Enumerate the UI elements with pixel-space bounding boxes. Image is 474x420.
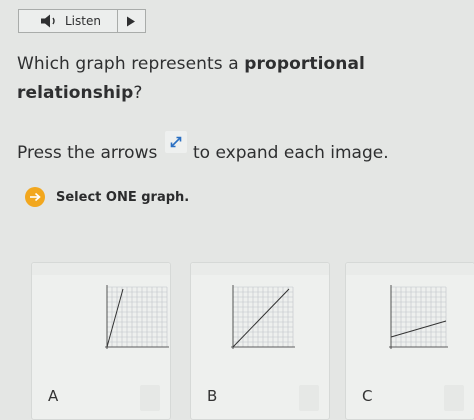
- option-letter-b: B: [207, 387, 218, 405]
- graph-c-line: [390, 320, 447, 338]
- option-card-c[interactable]: C: [345, 262, 474, 420]
- card-header: [32, 263, 170, 275]
- play-icon[interactable]: [118, 10, 144, 32]
- option-letter-a: A: [48, 387, 59, 405]
- arrow-right-icon: [25, 187, 45, 207]
- select-prompt-text: Select ONE graph.: [56, 189, 190, 205]
- graph-c-grid: [390, 286, 447, 348]
- graph-c[interactable]: [346, 277, 474, 357]
- listen-button[interactable]: Listen: [18, 9, 146, 33]
- graph-a-line: [106, 288, 124, 348]
- option-letter-c: C: [362, 387, 373, 405]
- question-prefix: Which graph represents a: [17, 54, 245, 74]
- graph-b[interactable]: [191, 277, 331, 357]
- listen-label: Listen: [65, 14, 101, 28]
- question-text: Which graph represents a proportional rel…: [17, 50, 457, 108]
- speaker-icon: [37, 10, 63, 32]
- graph-a[interactable]: [32, 277, 172, 357]
- instructions-after: to expand each image.: [193, 143, 389, 163]
- graph-b-line: [232, 288, 290, 348]
- option-card-a[interactable]: A: [31, 262, 171, 420]
- expand-arrows-icon: [165, 131, 187, 153]
- instructions-before: Press the arrows: [17, 143, 158, 163]
- card-corner: [299, 385, 319, 411]
- graph-a-grid: [106, 286, 168, 348]
- question-suffix: ?: [133, 83, 143, 103]
- card-corner: [444, 385, 464, 411]
- question-bold-proportional: proportional: [244, 54, 365, 74]
- question-bold-relationship: relationship: [17, 83, 134, 103]
- card-header: [346, 263, 474, 275]
- option-card-b[interactable]: B: [190, 262, 330, 420]
- card-header: [191, 263, 329, 275]
- select-prompt: Select ONE graph.: [25, 186, 189, 208]
- card-corner: [140, 385, 160, 411]
